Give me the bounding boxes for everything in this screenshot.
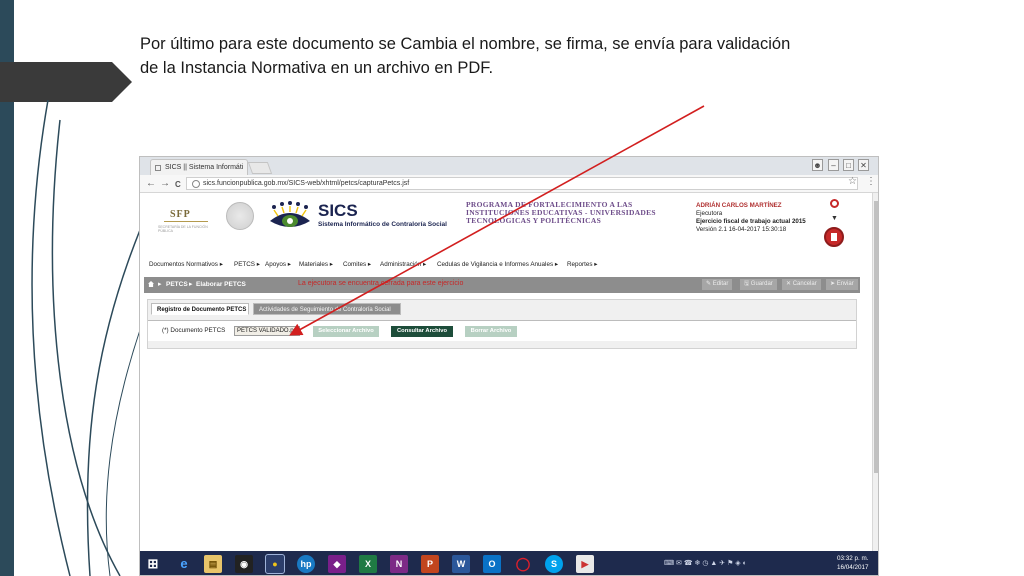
sfp-logo-text: SFP: [170, 209, 191, 220]
cancel-button[interactable]: ✕ Cancelar: [782, 279, 821, 290]
menu-item-apoyos[interactable]: Apoyos ▸: [265, 261, 291, 268]
user-name: ADRIÁN CARLOS MARTÍNEZ: [696, 202, 782, 209]
file-explorer-icon[interactable]: ▤: [204, 555, 222, 573]
opera-icon[interactable]: ◯: [514, 555, 532, 573]
sics-title: SICS: [318, 201, 358, 220]
fiscal-year: Ejercicio fiscal de trabajo actual 2015: [696, 218, 806, 225]
browser-tab-title: SICS || Sistema Informáti: [165, 164, 244, 171]
breadcrumb-petcs[interactable]: PETCS: [166, 281, 188, 288]
document-panel: Registro de Documento PETCS Actividades …: [147, 299, 857, 349]
word-icon[interactable]: W: [452, 555, 470, 573]
national-seal-icon: [226, 202, 254, 230]
browser-tab-bar: SICS || Sistema Informáti ☻ – □ ✕: [140, 157, 878, 176]
chrome-icon[interactable]: ●: [265, 554, 285, 574]
breadcrumb-separator-icon: ▸: [158, 281, 162, 288]
media-player-icon[interactable]: ▶: [576, 555, 594, 573]
site-header: SFP SECRETARÍA DE LA FUNCIÓN PÚBLICA SIC…: [140, 193, 872, 260]
version-info: Versión 2.1 16-04-2017 15:30:18: [696, 226, 787, 233]
tab-actividades-seguimiento[interactable]: Actividades de Seguimiento de Contralorí…: [253, 303, 401, 315]
user-role: Ejecutora: [696, 210, 723, 217]
minimize-button[interactable]: –: [828, 159, 839, 171]
clock-time: 03:32 p. m.: [837, 555, 869, 562]
excel-icon[interactable]: X: [359, 555, 377, 573]
program-line-3: TECNOLÓGICAS Y POLITÉCNICAS: [466, 216, 602, 225]
address-bar-url: sics.funcionpublica.gob.mx/SICS-web/xhtm…: [203, 180, 410, 187]
internet-explorer-icon[interactable]: e: [175, 555, 193, 573]
reload-icon[interactable]: C: [175, 178, 181, 191]
program-name: PROGRAMA DE FORTALECIMIENTO A LAS INSTIT…: [466, 201, 666, 225]
profile-button[interactable]: ☻: [812, 159, 823, 171]
sics-subtitle: Sistema Informático de Contraloría Socia…: [318, 221, 447, 228]
consult-file-button[interactable]: Consultar Archivo: [391, 326, 453, 337]
sfp-logo-subtitle: SECRETARÍA DE LA FUNCIÓN PÚBLICA: [158, 225, 208, 233]
caption-line-1: Por último para este documento se Cambia…: [140, 35, 791, 53]
slide-caption: Por último para este documento se Cambia…: [140, 32, 860, 80]
main-menu: Documentos Normativos ▸ PETCS ▸ Apoyos ▸…: [140, 259, 872, 271]
menu-item-reportes[interactable]: Reportes ▸: [567, 261, 597, 268]
send-button[interactable]: ➤ Enviar: [826, 279, 858, 290]
skype-icon[interactable]: S: [545, 555, 563, 573]
outlook-icon[interactable]: O: [483, 555, 501, 573]
photo-app-icon[interactable]: ◆: [328, 555, 346, 573]
scrollbar-thumb[interactable]: [874, 201, 878, 473]
info-icon: [192, 180, 200, 188]
windows-taskbar: ⊞ e ▤ ◉ ● hp ◆ X N P W O ◯ S ▶ ⌨ ✉ ☎ ❄ ◷…: [140, 551, 878, 575]
new-tab-button[interactable]: [247, 162, 273, 174]
save-button[interactable]: 🖫 Guardar: [740, 279, 777, 290]
hp-icon[interactable]: hp: [297, 555, 315, 573]
star-icon[interactable]: ☆: [848, 176, 857, 187]
power-icon[interactable]: [830, 199, 839, 208]
breadcrumb-separator-icon: ▸: [189, 281, 193, 288]
document-file-field[interactable]: PETCS VALIDADO.pdf: [234, 326, 300, 336]
menu-item-administracion[interactable]: Administración ▸: [380, 261, 426, 268]
pdf-download-icon[interactable]: [824, 227, 844, 247]
browser-screenshot: SICS || Sistema Informáti ☻ – □ ✕ ← → C …: [139, 156, 879, 576]
start-icon[interactable]: ⊞: [144, 555, 162, 573]
document-row: (*) Documento PETCS PETCS VALIDADO.pdf S…: [148, 320, 856, 341]
delete-file-button[interactable]: Borrar Archivo: [465, 326, 517, 337]
slide-decorative-curves: [31, 99, 140, 576]
menu-item-petcs[interactable]: PETCS ▸: [234, 261, 260, 268]
forward-arrow-icon[interactable]: →: [160, 177, 170, 190]
home-icon[interactable]: [148, 281, 154, 287]
onenote-icon[interactable]: N: [390, 555, 408, 573]
user-info: ADRIÁN CARLOS MARTÍNEZ Ejecutora Ejercic…: [696, 202, 806, 234]
breadcrumb-elaborar-petcs: Elaborar PETCS: [196, 281, 246, 288]
sics-eye-logo-icon: [270, 201, 310, 227]
caret-down-icon[interactable]: ▼: [831, 215, 838, 222]
menu-item-documentos-normativos[interactable]: Documentos Normativos ▸: [149, 261, 223, 268]
caption-line-2: de la Instancia Normativa en un archivo …: [140, 59, 494, 77]
menu-item-comites[interactable]: Comites ▸: [343, 261, 371, 268]
system-tray[interactable]: ⌨ ✉ ☎ ❄ ◷ ▲ ✈ ⚑ ◈ ◐: [664, 559, 747, 567]
breadcrumb-bar: ▸ PETCS ▸ Elaborar PETCS La ejecutora se…: [144, 277, 860, 293]
browser-tab[interactable]: SICS || Sistema Informáti: [150, 159, 248, 175]
document-label: (*) Documento PETCS: [162, 327, 226, 334]
sfp-logo-rule: [164, 221, 208, 222]
restore-button[interactable]: □: [843, 159, 854, 171]
address-bar[interactable]: sics.funcionpublica.gob.mx/SICS-web/xhtm…: [186, 177, 858, 190]
tab-registro-documento[interactable]: Registro de Documento PETCS: [151, 303, 249, 315]
edit-button[interactable]: ✎ Editar: [702, 279, 733, 290]
page-favicon-icon: [155, 165, 161, 171]
menu-item-materiales[interactable]: Materiales ▸: [299, 261, 333, 268]
closed-period-alert: La ejecutora se encuentra cerrada para e…: [298, 280, 464, 287]
close-window-button[interactable]: ✕: [858, 159, 869, 171]
sfp-logo: SFP SECRETARÍA DE LA FUNCIÓN PÚBLICA: [152, 207, 212, 237]
clock-date: 16/04/2017: [837, 564, 869, 571]
browser-toolbar: ← → C sics.funcionpublica.gob.mx/SICS-we…: [140, 175, 878, 193]
powerpoint-icon[interactable]: P: [421, 555, 439, 573]
page-scrollbar[interactable]: [872, 193, 878, 575]
back-arrow-icon[interactable]: ←: [146, 177, 156, 190]
media-app-icon[interactable]: ◉: [235, 555, 253, 573]
select-file-button[interactable]: Seleccionar Archivo: [313, 326, 379, 337]
taskbar-clock[interactable]: 03:32 p. m. 16/04/2017: [837, 554, 869, 572]
menu-item-cedulas[interactable]: Cedulas de Vigilancia e Informes Anuales…: [437, 261, 558, 268]
kebab-icon[interactable]: ⋮: [866, 176, 876, 187]
